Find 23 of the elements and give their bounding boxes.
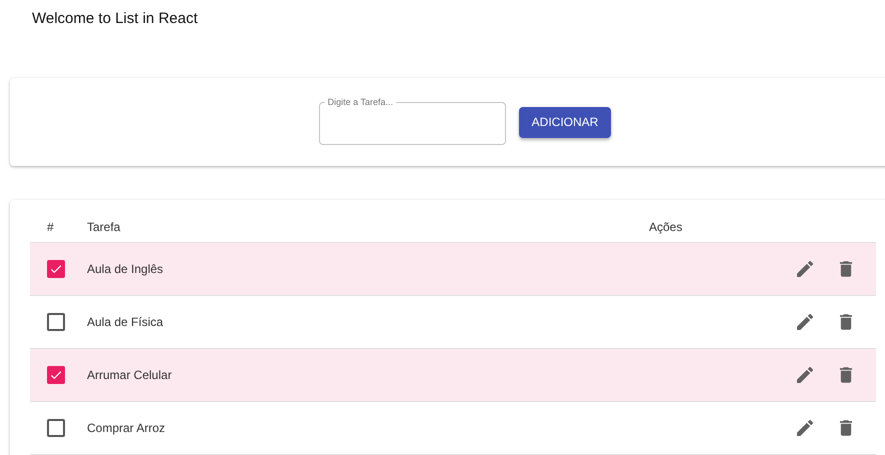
page-title: Welcome to List in React <box>31 9 199 29</box>
column-header: Ações <box>649 220 682 234</box>
trash-icon[interactable] <box>840 367 852 383</box>
edit-icon[interactable] <box>796 367 813 383</box>
checkbox[interactable] <box>47 260 65 278</box>
add-button[interactable]: ADICIONAR <box>518 106 612 138</box>
task-input-field[interactable]: Digite a Tarefa... <box>318 97 506 145</box>
field-label: Digite a Tarefa... <box>326 97 394 107</box>
task-text: Comprar Arroz <box>87 421 166 435</box>
trash-icon[interactable] <box>840 314 852 330</box>
checkbox[interactable] <box>47 366 65 384</box>
task-text: Arrumar Celular <box>87 368 172 382</box>
task-text: Aula de Física <box>87 315 164 329</box>
checkbox[interactable] <box>47 313 65 331</box>
edit-icon[interactable] <box>796 420 813 436</box>
checkbox[interactable] <box>47 419 65 437</box>
edit-icon[interactable] <box>796 314 813 330</box>
edit-icon[interactable] <box>796 261 813 277</box>
task-text: Aula de Inglês <box>87 262 164 276</box>
trash-icon[interactable] <box>840 420 852 436</box>
column-header: # <box>47 220 54 234</box>
trash-icon[interactable] <box>840 261 852 277</box>
column-header: Tarefa <box>87 220 120 234</box>
